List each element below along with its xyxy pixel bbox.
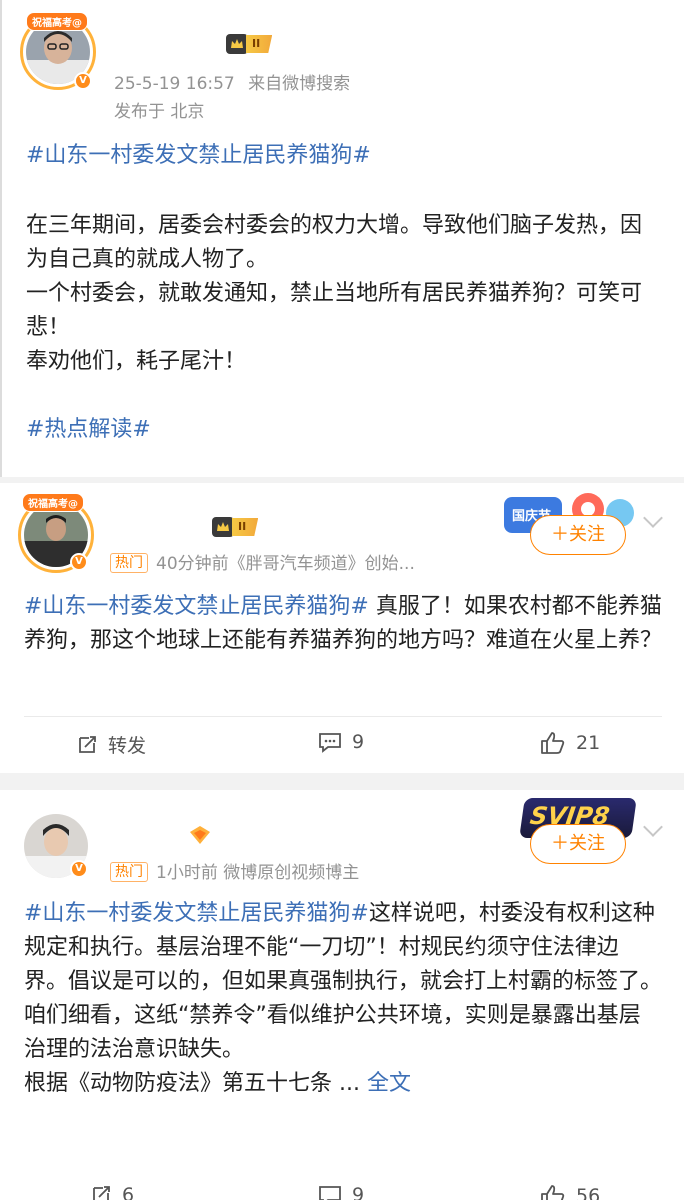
hot-tag: 热门 [110,553,148,573]
post-card-1: 祝福高考@ V II 25-5-19 16:57 来自微博搜索 发布于 北京 #… [0,0,684,477]
verified-icon: V [70,553,88,571]
post-body: #山东一村委发文禁止居民养猫狗# 真服了！如果农村都不能养猫养狗，那这个地球上还… [24,590,662,658]
comment-icon [319,1186,341,1200]
verified-icon: V [70,860,88,878]
level-label: II [246,35,273,53]
footer-hashtag[interactable]: #热点解读# [26,413,662,447]
post-meta: 热门 1小时前 微博原创视频博主 [110,858,359,883]
user-level-badge: II [212,517,259,537]
repost-label: 转发 [108,735,147,757]
comment-icon [319,733,341,753]
crown-icon [212,517,234,537]
follow-button[interactable]: ＋关注 [530,515,626,555]
level-label: II [232,518,259,536]
meta-text: 1小时前 微博原创视频博主 [156,863,360,883]
paragraph-1: 在三年期间，居委会村委会的权力大增。导致他们脑子发热，因为自己真的就成人物了。 [26,213,643,272]
post-body: #山东一村委发文禁止居民养猫狗# 在三年期间，居委会村委会的权力大增。导致他们脑… [26,139,662,447]
source[interactable]: 来自微博搜索 [248,74,350,94]
comment-button[interactable]: 9 [318,731,364,753]
post-meta: 热门 40分钟前《胖哥汽车频道》创始... [110,549,415,574]
hot-tag: 热门 [110,862,148,882]
crown-icon [226,34,248,54]
post-location: 发布于 北京 [114,102,205,122]
member-medal-icon [188,824,212,850]
like-icon [541,1185,565,1200]
comment-count: 9 [352,731,365,753]
repost-button[interactable]: 转发 [76,731,146,758]
post-card-2: 祝福高考@ V II 热门 40分钟前《胖哥汽车频道》创始... 国庆节 ＋关注 … [0,483,684,773]
user-level-badge: II [226,34,273,54]
like-count: 56 [576,1185,601,1200]
comment-button[interactable]: 9 [318,1184,364,1200]
topic-hashtag[interactable]: #山东一村委发文禁止居民养猫狗# [24,594,369,619]
paragraph-2: 一个村委会，就敢发通知，禁止当地所有居民养猫养狗？可笑可悲！ [26,281,643,340]
read-more-link[interactable]: 全文 [367,1071,411,1096]
avatar-frame-tag: 祝福高考@ [22,493,84,512]
divider [24,716,662,717]
paragraph-3: 根据《动物防疫法》第五十七条 ... [24,1071,360,1096]
topic-hashtag[interactable]: #山东一村委发文禁止居民养猫狗# [24,901,369,926]
like-count: 21 [576,732,601,754]
repost-count: 6 [122,1184,135,1200]
chevron-down-icon[interactable] [643,817,663,837]
chevron-down-icon[interactable] [643,508,663,528]
repost-icon [93,1186,110,1200]
like-button[interactable]: 56 [540,1184,600,1200]
post-body: #山东一村委发文禁止居民养猫狗#这样说吧，村委没有权利这种规定和执行。基层治理不… [24,897,662,1101]
post-card-3: V 热门 1小时前 微博原创视频博主 SVIP8 ＋关注 #山东一村委发文禁止居民… [0,790,684,1200]
follow-button[interactable]: ＋关注 [530,824,626,864]
repost-button[interactable]: 6 [90,1184,134,1200]
paragraph-3: 奉劝他们，耗子尾汁！ [26,349,247,374]
like-button[interactable]: 21 [540,731,600,755]
repost-icon [79,735,96,753]
like-icon [541,732,565,754]
post-timestamp: 25-5-19 16:57 来自微博搜索 [114,69,350,94]
avatar-frame-tag: 祝福高考@ [26,12,88,31]
meta-text: 40分钟前《胖哥汽车频道》创始... [156,554,415,574]
topic-hashtag[interactable]: #山东一村委发文禁止居民养猫狗# [26,139,662,173]
comment-count: 9 [352,1184,365,1200]
paragraph-2: 咱们细看，这纸“禁养令”看似维护公共环境，实则是暴露出基层治理的法治意识缺失。 [24,1003,641,1062]
timestamp: 25-5-19 16:57 [114,74,235,94]
verified-icon: V [74,72,92,90]
